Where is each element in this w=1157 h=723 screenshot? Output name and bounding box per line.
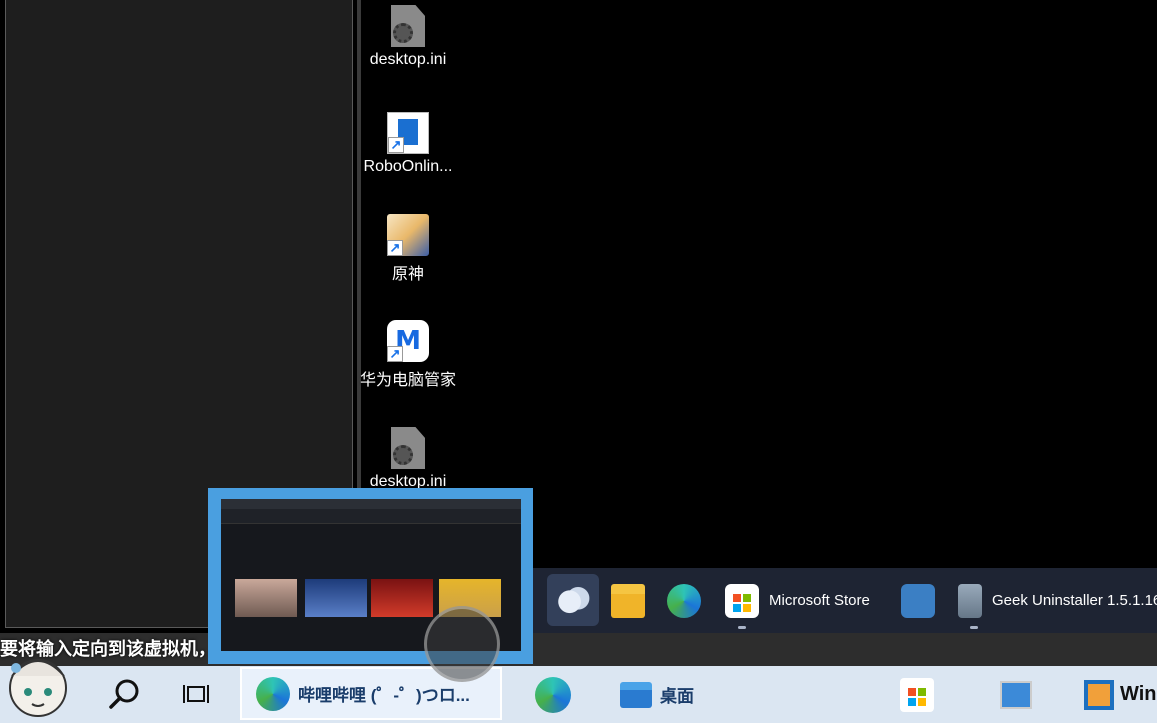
desktop-icon-roboonline[interactable]: ↗ RoboOnlin... [360,112,456,176]
desktop-icon-label: desktop.ini [369,51,447,68]
desktop-icon-label: 原神 [391,266,424,283]
vm-file-explorer-button[interactable] [611,568,645,633]
taskbar-microsoft-store-button[interactable] [900,666,934,723]
vm-weather-button[interactable] [547,574,599,626]
mascot-avatar [9,659,67,717]
settings-file-icon [391,5,425,47]
vm-microsoft-store-label: Microsoft Store [769,592,870,609]
desktop-icon-label: RoboOnlin... [363,158,453,175]
geek-uninstaller-icon [958,583,982,618]
vm-microsoft-store-button[interactable]: Microsoft Store [725,568,870,633]
remote-desktop-icon [1000,680,1032,709]
genshin-shortcut-icon: ↗ [387,214,429,256]
microsoft-store-icon [900,677,934,712]
settings-file-icon [391,427,425,469]
taskbar-edge-button[interactable] [535,666,571,723]
edge-icon [667,583,701,618]
robo-shortcut-icon: ↗ [387,112,429,154]
vm-edge-button[interactable] [667,568,701,633]
huawei-pc-manager-icon: M ↗ [387,320,429,362]
touch-cursor-indicator [424,606,500,682]
search-button[interactable] [104,666,144,723]
taskbar: 哔哩哔哩 (゜-゜)つロ... 桌面 Win [0,666,1157,723]
vmware-icon [1084,679,1114,710]
task-view-button[interactable] [182,666,212,723]
edge-icon [256,676,290,711]
task-view-icon [183,684,209,703]
edge-window-title: 哔哩哔哩 (゜-゜)つロ... [298,686,470,705]
vm-control-panel-button[interactable] [901,568,935,633]
folder-icon [620,681,652,708]
desktop-icon-huawei-pc-manager[interactable]: M ↗ 华为电脑管家 [360,320,456,390]
taskbar-file-explorer-button[interactable]: 桌面 [620,666,694,723]
desktop-icon-genshin[interactable]: ↗ 原神 [360,214,456,284]
edge-icon [535,676,571,713]
taskbar-vmware-button[interactable]: Win [1084,666,1156,723]
folder-icon [611,583,645,618]
desktop-icon-desktop-ini-2[interactable]: desktop.ini [360,427,456,491]
desktop-icon-desktop-ini-1[interactable]: desktop.ini [360,5,456,69]
vmware-window-title: Win [1120,683,1157,705]
search-icon [109,679,139,709]
taskbar-remote-desktop-button[interactable] [1000,666,1032,723]
control-panel-icon [901,583,935,618]
weather-cloud-icon [556,583,590,617]
vm-geek-uninstaller-label: Geek Uninstaller 1.5.1.16 [992,592,1157,609]
microsoft-store-icon [725,583,759,618]
vm-taskbar: Microsoft Store Geek Uninstaller 1.5.1.1… [533,568,1157,633]
vm-geek-uninstaller-button[interactable]: Geek Uninstaller 1.5.1.16 [958,568,1157,633]
explorer-window-title: 桌面 [660,687,694,706]
desktop-icon-label: 华为电脑管家 [360,372,457,389]
